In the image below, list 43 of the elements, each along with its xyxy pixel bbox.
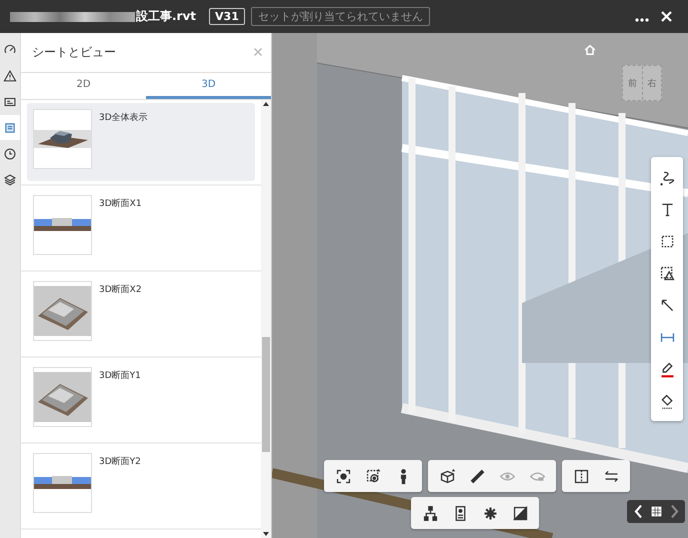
set-status[interactable]: セットが割り当てられていません [250,7,430,26]
shapes-icon [658,264,676,282]
layers-icon [3,172,17,186]
close-icon [253,47,263,57]
view-tab[interactable]: 2D [21,73,146,99]
pencil-icon [658,360,676,378]
zoom-window-icon [364,468,382,484]
paint-bucket-icon [658,392,676,410]
focus-icon [334,468,352,484]
view-name: 3D断面Y1 [99,370,141,383]
thumbnail-placeholder [33,281,92,341]
scrollbar[interactable] [261,100,271,538]
version-badge[interactable]: V31 [209,8,245,25]
view-name: 3D全体表示 [99,112,148,125]
view-name: 3D断面X1 [99,198,142,211]
cube-icon [438,468,456,484]
close-icon [661,10,672,22]
scroll-thumb[interactable] [262,336,270,452]
thumbnail-placeholder [33,453,92,513]
clock-icon [3,146,17,160]
view-item[interactable]: 3D断面Y2 [27,447,255,525]
file-name: 設工事.rvt [136,8,196,25]
scroll-up-icon [263,102,269,106]
warning-icon [3,68,17,82]
thumbnail-placeholder [33,195,92,255]
thumbnail-placeholder [33,367,92,427]
view-name: 3D断面X2 [99,284,142,297]
split-view-icon [572,468,590,484]
panel-title: シートとビュー [32,44,116,61]
settings-icon [482,504,498,522]
scroll-down-icon [263,532,269,536]
view-item[interactable]: 3D断面X1 [27,189,255,267]
view-name: 3D断面Y2 [99,456,141,469]
hierarchy-icon [422,504,438,522]
thumbnail-placeholder [33,109,92,169]
ruler-icon [468,468,486,484]
sheets-icon [3,120,17,134]
view-item[interactable]: 3D断面Y1 [27,361,255,439]
contrast-icon [512,504,528,522]
view-item[interactable]: 3D全体表示 [27,103,255,181]
more-icon [635,18,649,22]
view-item[interactable]: 3D断面X2 [27,275,255,353]
home-icon [584,44,596,56]
